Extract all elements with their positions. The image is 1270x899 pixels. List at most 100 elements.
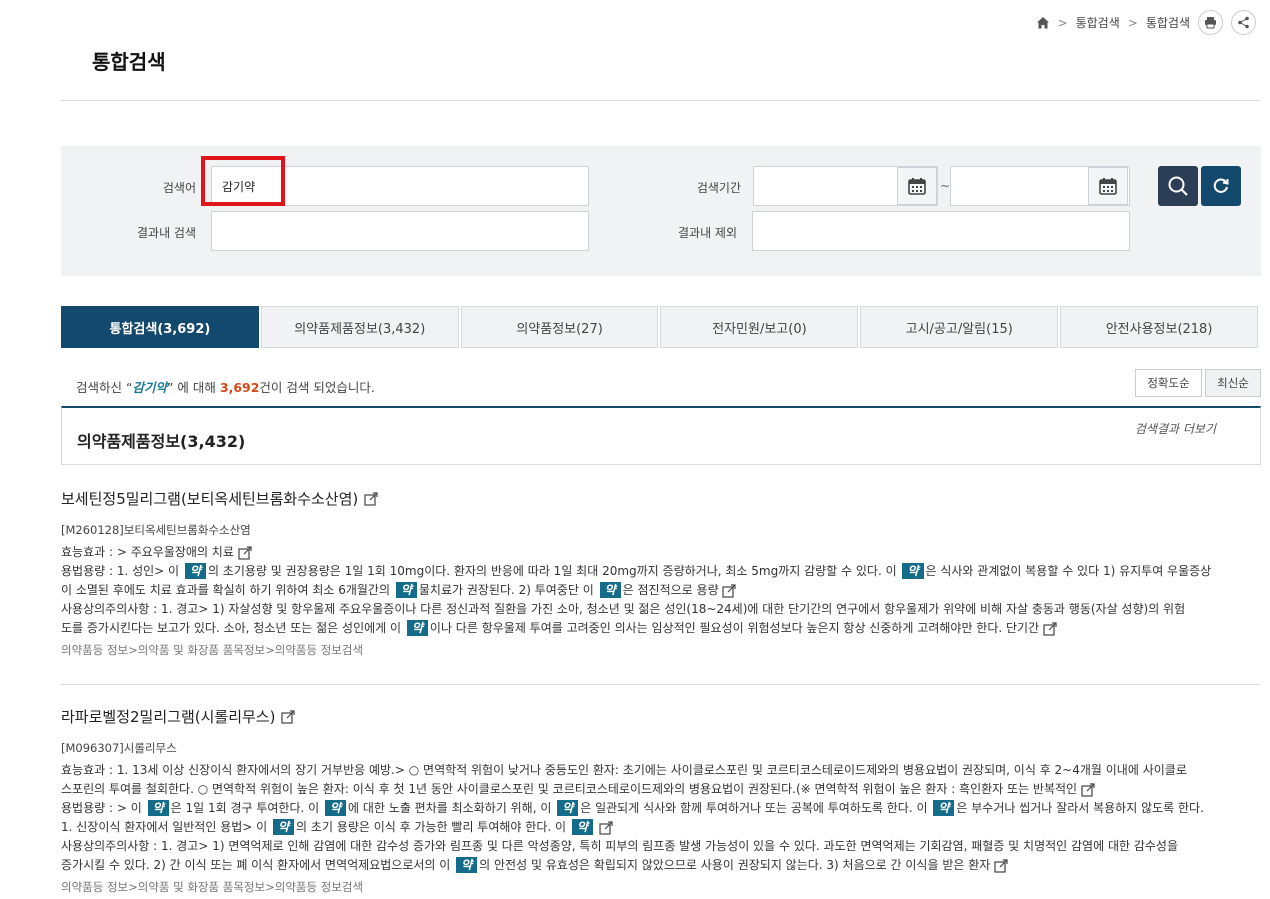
print-icon — [1205, 17, 1216, 29]
chevron-right-icon: > — [1127, 15, 1138, 30]
dosage-text: 은 점진적으로 용량 — [622, 583, 719, 597]
keyword-label: 검색어 — [162, 181, 196, 195]
breadcrumb: > 통합검색 > 통합검색 — [1036, 10, 1256, 35]
more-results-link[interactable]: 검색결과 더보기 — [1135, 420, 1216, 437]
keyword-highlight: 약 — [273, 819, 295, 835]
within-results-label: 결과내 검색 — [136, 226, 196, 240]
keyword-input-value: 감기약 — [222, 179, 256, 194]
keyword-highlight: 약 — [147, 800, 169, 816]
dosage-text: 이 소멸된 후에도 치료 효과를 확실히 하기 위하여 최소 6개월간의 — [61, 583, 394, 597]
section-title: 의약품제품정보(3,432) — [77, 432, 246, 451]
category-tabs: 통합검색(3,692) 의약품제품정보(3,432) 의약품정보(27) 전자민… — [61, 306, 1258, 348]
tab-integrated[interactable]: 통합검색(3,692) — [61, 306, 259, 348]
chevron-right-icon: > — [1057, 15, 1068, 30]
result-code: [M096307]시롤리무스 — [61, 741, 177, 755]
keyword-input[interactable]: 감기약 — [211, 166, 589, 206]
page-title: 통합검색 — [92, 50, 166, 74]
dosage-text: 의 초기 용량은 이식 후 가능한 빨리 투여해야 한다. 이 — [296, 820, 570, 834]
result-dosage: 용법용량 : 1. 성인> 이 약의 초기용량 및 권장용량은 1일 1회 10… — [61, 562, 1246, 600]
external-link-icon[interactable] — [364, 491, 378, 506]
caution-text: 증가시킬 수 있다. 2) 간 이식 또는 폐 이식 환자에서 면역억제요법으로… — [61, 858, 455, 872]
summary-count: 3,692 — [219, 380, 260, 395]
breadcrumb-item[interactable]: 통합검색 — [1076, 14, 1120, 31]
effect-text: 스포린의 투여를 철회한다. ○ 면역학적 위험이 높은 환자: 이식 후 첫 … — [61, 782, 1078, 796]
search-panel: 검색어 감기약 결과내 검색 검색기간 ~ 결과내 제외 — [61, 146, 1261, 276]
result-caution: 사용상의주의사항 : 1. 경고> 1) 자살성향 및 항우울제 주요우울증이나… — [61, 600, 1246, 638]
result-caution: 사용상의주의사항 : 1. 경고> 1) 면역억제로 인해 감염에 대한 감수성… — [61, 837, 1246, 875]
tab-e-civil[interactable]: 전자민원/보고(0) — [660, 306, 859, 348]
caution-text: 사용상의주의사항 : 1. 경고> 1) 자살성향 및 항우울제 주요우울증이나… — [61, 602, 1186, 616]
result-effect: 효능효과 : > 주요우울장애의 치료 — [61, 543, 1246, 562]
external-link-icon[interactable] — [1081, 782, 1095, 797]
result-summary: 검색하신 “감기약” 에 대해 3,692건이 검색 되었습니다. — [76, 377, 375, 396]
tab-drug-product[interactable]: 의약품제품정보(3,432) — [260, 306, 459, 348]
result-title-text[interactable]: 보세틴정5밀리그램(보티옥세틴브롬화수소산염) — [61, 488, 358, 509]
keyword-highlight: 약 — [933, 800, 955, 816]
keyword-highlight: 약 — [902, 563, 924, 579]
dosage-text: 은 부수거나 씹거나 잘라서 복용하지 않도록 한다. — [956, 801, 1204, 815]
result-dosage: 용법용량 : > 이 약은 1일 1회 경구 투여한다. 이 약에 대한 노출 … — [61, 799, 1246, 837]
dosage-text: 용법용량 : > 이 — [61, 801, 146, 815]
reset-button[interactable] — [1201, 166, 1241, 206]
result-path: 의약품등 정보>의약품 및 화장품 품목정보>의약품등 정보검색 — [61, 643, 364, 657]
result-code: [M260128]보티옥세틴브롬화수소산염 — [61, 523, 251, 537]
summary-mid: ” 에 대해 — [166, 380, 220, 395]
keyword-highlight: 약 — [571, 819, 593, 835]
result-item: 라파로벨정2밀리그램(시롤리무스) [M096307]시롤리무스 효능효과 : … — [61, 706, 1246, 895]
external-link-icon[interactable] — [1043, 621, 1057, 636]
section-header: 의약품제품정보(3,432) 검색결과 더보기 — [61, 406, 1261, 465]
effect-text: 효능효과 : 1. 13세 이상 신장이식 환자에서의 장기 거부반응 예방.>… — [61, 763, 1187, 777]
tab-drug-info[interactable]: 의약품정보(27) — [460, 306, 659, 348]
print-button[interactable] — [1198, 10, 1223, 35]
dosage-text: 에 대한 노출 편차를 최소화하기 위해, 이 — [348, 801, 556, 815]
keyword-highlight: 약 — [557, 800, 579, 816]
result-item: 보세틴정5밀리그램(보티옥세틴브롬화수소산염) [M260128]보티옥세틴브롬… — [61, 488, 1246, 658]
caution-text: 사용상의주의사항 : 1. 경고> 1) 면역억제로 인해 감염에 대한 감수성… — [61, 839, 1179, 853]
period-label: 검색기간 — [696, 181, 741, 195]
exclude-input[interactable] — [752, 211, 1130, 251]
share-button[interactable] — [1231, 10, 1256, 35]
tab-safety[interactable]: 안전사용정보(218) — [1060, 306, 1258, 348]
external-link-icon[interactable] — [994, 858, 1008, 873]
title-divider — [61, 100, 1261, 101]
keyword-highlight: 약 — [406, 620, 428, 636]
sort-accuracy-button[interactable]: 정확도순 — [1135, 369, 1202, 397]
dosage-text: 용법용량 : 1. 성인> 이 — [61, 564, 183, 578]
search-button[interactable] — [1158, 166, 1198, 206]
effect-text: 효능효과 : > 주요우울장애의 치료 — [61, 545, 234, 559]
period-separator: ~ — [940, 179, 951, 193]
share-icon — [1238, 16, 1249, 29]
dosage-text: 은 식사와 관계없이 복용할 수 있다 1) 유지투여 우울증상 — [925, 564, 1212, 578]
dosage-text: 1. 신장이식 환자에서 일반적인 용법> 이 — [61, 820, 271, 834]
calendar-icon — [908, 178, 926, 195]
result-path: 의약품등 정보>의약품 및 화장품 품목정보>의약품등 정보검색 — [61, 880, 364, 894]
caution-text: 의 안전성 및 유효성은 확립되지 않았으므로 사용이 권장되지 않는다. 3)… — [479, 858, 991, 872]
result-divider — [61, 684, 1261, 685]
calendar-icon — [1099, 178, 1117, 195]
external-link-icon[interactable] — [238, 545, 252, 560]
result-effect: 효능효과 : 1. 13세 이상 신장이식 환자에서의 장기 거부반응 예방.>… — [61, 761, 1246, 799]
refresh-icon — [1213, 178, 1229, 193]
summary-keyword: 감기약 — [132, 380, 167, 395]
summary-suffix: 건이 검색 되었습니다. — [259, 380, 375, 395]
caution-text: 이나 다른 항우울제 투여를 고려중인 의사는 임상적인 필요성이 위험성보다 … — [429, 621, 1040, 635]
within-results-input[interactable] — [211, 211, 589, 251]
dosage-text: 은 일관되게 식사와 함께 투여하거나 또는 공복에 투여하도록 한다. 이 — [580, 801, 932, 815]
external-link-icon[interactable] — [281, 709, 296, 724]
result-title[interactable]: 보세틴정5밀리그램(보티옥세틴브롬화수소산염) — [61, 488, 1246, 509]
keyword-highlight: 약 — [456, 857, 478, 873]
breadcrumb-item-current[interactable]: 통합검색 — [1146, 14, 1190, 31]
summary-prefix: 검색하신 “ — [76, 380, 133, 395]
keyword-highlight: 약 — [599, 582, 621, 598]
external-link-icon[interactable] — [599, 820, 613, 835]
start-calendar-button[interactable] — [897, 167, 937, 205]
result-title[interactable]: 라파로벨정2밀리그램(시롤리무스) — [61, 706, 1246, 727]
keyword-highlight: 약 — [324, 800, 347, 816]
home-icon[interactable] — [1036, 16, 1050, 30]
tab-notices[interactable]: 고시/공고/알림(15) — [860, 306, 1059, 348]
sort-latest-button[interactable]: 최신순 — [1205, 369, 1261, 397]
result-title-text[interactable]: 라파로벨정2밀리그램(시롤리무스) — [61, 706, 275, 727]
end-calendar-button[interactable] — [1088, 167, 1128, 205]
dosage-text: 물치료가 권장된다. 2) 투여중단 이 — [418, 583, 598, 597]
external-link-icon[interactable] — [722, 583, 737, 598]
